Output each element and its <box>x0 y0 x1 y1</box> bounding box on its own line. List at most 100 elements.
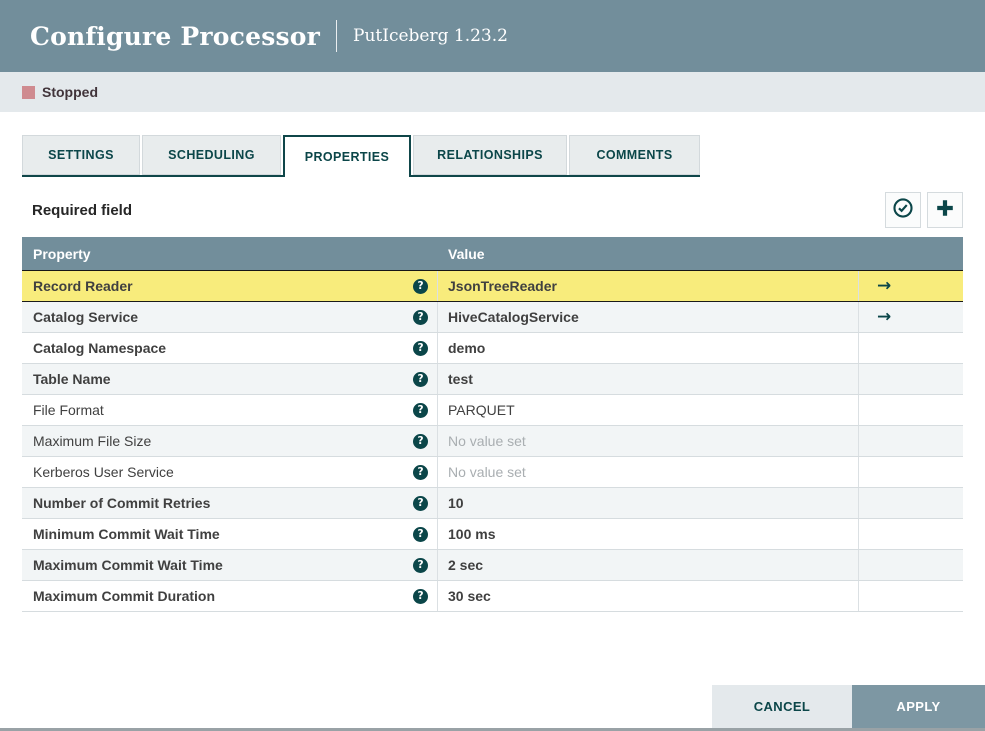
tab-label: PROPERTIES <box>304 150 390 164</box>
link-cell: → <box>858 302 963 332</box>
stopped-status-icon <box>22 85 35 99</box>
property-value[interactable]: 100 ms <box>437 519 858 549</box>
help-icon[interactable]: ? <box>413 371 428 387</box>
property-row[interactable]: Maximum Commit Wait Time ? 2 sec <box>22 550 963 581</box>
property-label: Kerberos User Service <box>33 464 174 480</box>
apply-button[interactable]: APPLY <box>852 685 985 728</box>
go-to-service-icon[interactable]: → <box>877 277 891 295</box>
configure-processor-dialog: Configure Processor PutIceberg 1.23.2 St… <box>0 0 985 731</box>
help-icon[interactable]: ? <box>413 526 428 542</box>
tab-label: SETTINGS <box>48 148 114 162</box>
property-value[interactable]: JsonTreeReader <box>437 271 858 301</box>
property-cell: Maximum Commit Wait Time ? <box>22 550 437 580</box>
property-cell: File Format ? <box>22 395 437 425</box>
property-value[interactable]: 30 sec <box>437 581 858 611</box>
tab-scheduling[interactable]: SCHEDULING <box>142 135 281 175</box>
link-cell <box>858 364 963 394</box>
help-icon[interactable]: ? <box>413 402 428 418</box>
properties-table-body: Record Reader ? JsonTreeReader → Catalog… <box>22 271 963 612</box>
property-label: Catalog Namespace <box>33 340 167 356</box>
properties-table: Property Value Record Reader ? JsonTreeR… <box>22 237 963 612</box>
status-label: Stopped <box>42 84 98 100</box>
property-row[interactable]: File Format ? PARQUET <box>22 395 963 426</box>
link-cell <box>858 457 963 487</box>
link-cell: → <box>858 271 963 301</box>
property-label: Record Reader <box>33 278 133 294</box>
property-cell: Minimum Commit Wait Time ? <box>22 519 437 549</box>
property-cell: Maximum Commit Duration ? <box>22 581 437 611</box>
help-icon[interactable]: ? <box>413 588 428 604</box>
properties-toolbar: Required field <box>22 192 963 228</box>
plus-icon <box>934 197 956 224</box>
help-icon[interactable]: ? <box>413 464 428 480</box>
property-value[interactable]: demo <box>437 333 858 363</box>
verify-properties-button[interactable] <box>885 192 921 228</box>
dialog-header: Configure Processor PutIceberg 1.23.2 <box>0 0 985 72</box>
property-label: Maximum Commit Duration <box>33 588 216 604</box>
property-cell: Number of Commit Retries ? <box>22 488 437 518</box>
property-cell: Table Name ? <box>22 364 437 394</box>
link-cell <box>858 488 963 518</box>
property-cell: Catalog Service ? <box>22 302 437 332</box>
property-row[interactable]: Maximum Commit Duration ? 30 sec <box>22 581 963 612</box>
tab-label: RELATIONSHIPS <box>437 148 543 162</box>
help-icon[interactable]: ? <box>413 433 428 449</box>
property-row[interactable]: Kerberos User Service ? No value set <box>22 457 963 488</box>
status-bar: Stopped <box>0 72 985 112</box>
add-property-button[interactable] <box>927 192 963 228</box>
tab-label: COMMENTS <box>596 148 673 162</box>
property-row[interactable]: Minimum Commit Wait Time ? 100 ms <box>22 519 963 550</box>
property-value[interactable]: 2 sec <box>437 550 858 580</box>
tab-comments[interactable]: COMMENTS <box>569 135 700 175</box>
property-value[interactable]: No value set <box>437 426 858 456</box>
title-divider <box>336 20 338 52</box>
property-row[interactable]: Catalog Namespace ? demo <box>22 333 963 364</box>
dialog-footer: CANCEL APPLY <box>712 685 985 728</box>
help-icon[interactable]: ? <box>413 495 428 511</box>
property-cell: Maximum File Size ? <box>22 426 437 456</box>
link-cell <box>858 581 963 611</box>
property-label: Catalog Service <box>33 309 139 325</box>
dialog-content: SETTINGS SCHEDULING PROPERTIES RELATIONS… <box>0 135 985 612</box>
property-cell: Record Reader ? <box>22 271 437 301</box>
property-label: Maximum Commit Wait Time <box>33 557 223 573</box>
property-label: Number of Commit Retries <box>33 495 211 511</box>
go-to-service-icon[interactable]: → <box>877 308 891 326</box>
property-column-header: Property <box>33 245 91 262</box>
table-header: Property Value <box>22 237 963 271</box>
help-icon[interactable]: ? <box>413 340 428 356</box>
cancel-button[interactable]: CANCEL <box>712 685 852 728</box>
property-cell: Kerberos User Service ? <box>22 457 437 487</box>
processor-name-version: PutIceberg 1.23.2 <box>353 26 508 46</box>
property-label: Table Name <box>33 371 111 387</box>
property-value[interactable]: HiveCatalogService <box>437 302 858 332</box>
required-field-label: Required field <box>32 201 133 219</box>
value-column-header: Value <box>448 245 485 262</box>
property-row[interactable]: Catalog Service ? HiveCatalogService → <box>22 302 963 333</box>
tab-relationships[interactable]: RELATIONSHIPS <box>413 135 567 175</box>
property-value[interactable]: No value set <box>437 457 858 487</box>
property-row[interactable]: Record Reader ? JsonTreeReader → <box>22 271 963 302</box>
tab-properties[interactable]: PROPERTIES <box>283 135 411 177</box>
dialog-title: Configure Processor <box>30 21 321 51</box>
property-row[interactable]: Table Name ? test <box>22 364 963 395</box>
help-icon[interactable]: ? <box>413 557 428 573</box>
tab-settings[interactable]: SETTINGS <box>22 135 140 175</box>
property-label: Minimum Commit Wait Time <box>33 526 220 542</box>
property-value[interactable]: 10 <box>437 488 858 518</box>
link-cell <box>858 519 963 549</box>
property-value[interactable]: test <box>437 364 858 394</box>
property-value[interactable]: PARQUET <box>437 395 858 425</box>
tabs-container: SETTINGS SCHEDULING PROPERTIES RELATIONS… <box>22 135 963 177</box>
tab-row: SETTINGS SCHEDULING PROPERTIES RELATIONS… <box>22 135 963 177</box>
link-cell <box>858 395 963 425</box>
property-label: Maximum File Size <box>33 433 152 449</box>
link-cell <box>858 333 963 363</box>
property-row[interactable]: Maximum File Size ? No value set <box>22 426 963 457</box>
help-icon[interactable]: ? <box>413 278 428 294</box>
property-row[interactable]: Number of Commit Retries ? 10 <box>22 488 963 519</box>
tab-label: SCHEDULING <box>168 148 255 162</box>
property-cell: Catalog Namespace ? <box>22 333 437 363</box>
link-cell <box>858 426 963 456</box>
help-icon[interactable]: ? <box>413 309 428 325</box>
